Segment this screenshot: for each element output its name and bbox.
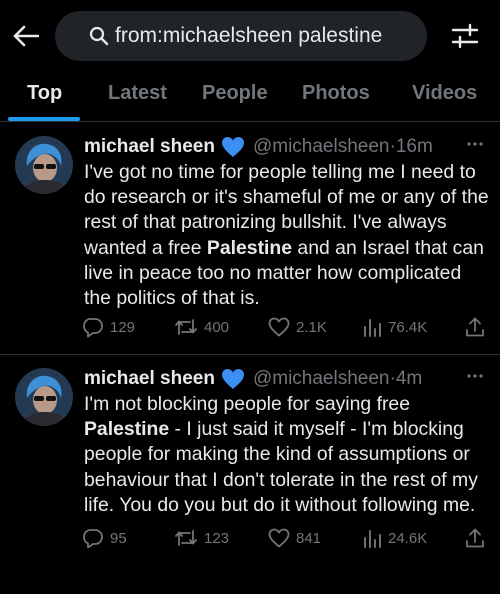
views-icon	[364, 530, 381, 548]
share-button[interactable]	[464, 315, 492, 339]
views-count: 24.6K	[388, 529, 428, 547]
repost-button[interactable]: 400	[174, 315, 229, 339]
tweet[interactable]: michael sheen @michaelsheen · 4m I'm not…	[0, 356, 500, 594]
tweet-time[interactable]: 16m	[396, 136, 433, 158]
tweet[interactable]: michael sheen @michaelsheen · 16m I've g…	[0, 124, 500, 355]
views-button[interactable]: 24.6K	[362, 526, 427, 550]
tweet-header: michael sheen @michaelsheen · 4m	[84, 364, 422, 394]
search-filter-icon[interactable]	[448, 20, 482, 52]
views-count: 76.4K	[388, 318, 428, 336]
top-bar: from:michaelsheen palestine	[0, 0, 500, 72]
reply-button[interactable]: 95	[82, 526, 127, 550]
views-button[interactable]: 76.4K	[362, 315, 427, 339]
tweet-text-part: I'm not blocking people for saying free	[84, 393, 410, 415]
repost-count: 400	[204, 318, 230, 336]
tab-videos[interactable]: Videos	[412, 72, 477, 122]
highlighted-keyword: Palestine	[206, 236, 293, 259]
reply-count: 95	[110, 529, 127, 547]
tab-photos[interactable]: Photos	[302, 72, 370, 122]
tab-people[interactable]: People	[202, 72, 268, 122]
tweet-actions: 95 123 841 24.6K	[82, 526, 492, 550]
author-handle[interactable]: @michaelsheen	[253, 368, 390, 390]
reply-icon	[83, 529, 103, 549]
more-options-icon[interactable]	[466, 366, 484, 384]
repost-icon	[175, 530, 197, 546]
highlighted-keyword: Palestine	[84, 418, 170, 441]
reply-count: 129	[110, 318, 136, 336]
like-icon	[268, 317, 290, 337]
search-icon	[89, 26, 109, 51]
more-options-icon[interactable]	[466, 134, 484, 152]
share-icon	[466, 317, 484, 337]
tweet-text: I've got no time for people telling me I…	[84, 160, 492, 311]
tweet-actions: 129 400 2.1K 76.4K	[82, 315, 492, 339]
tweet-time[interactable]: 4m	[396, 368, 422, 390]
search-input[interactable]: from:michaelsheen palestine	[55, 11, 427, 61]
tab-top[interactable]: Top	[27, 72, 62, 122]
tweet-header: michael sheen @michaelsheen · 16m	[84, 132, 433, 162]
avatar[interactable]	[15, 368, 73, 426]
like-button[interactable]: 841	[268, 526, 321, 550]
repost-button[interactable]: 123	[174, 526, 229, 550]
author-name[interactable]: michael sheen	[84, 368, 215, 390]
like-icon	[268, 528, 290, 548]
author-name[interactable]: michael sheen	[84, 136, 215, 158]
back-arrow-icon[interactable]	[10, 20, 42, 52]
reply-icon	[83, 318, 103, 338]
share-button[interactable]	[464, 526, 492, 550]
active-tab-indicator	[8, 117, 80, 121]
tweet-text: I'm not blocking people for saying free …	[84, 392, 492, 518]
like-count: 2.1K	[296, 318, 327, 336]
blue-heart-icon	[221, 136, 245, 158]
views-icon	[364, 319, 381, 337]
avatar[interactable]	[15, 136, 73, 194]
blue-heart-icon	[221, 368, 245, 390]
search-tabs: Top Latest People Photos Videos	[0, 72, 500, 122]
repost-icon	[175, 319, 197, 335]
reply-button[interactable]: 129	[82, 315, 135, 339]
search-query: from:michaelsheen palestine	[115, 24, 383, 47]
like-count: 841	[296, 529, 322, 547]
share-icon	[466, 528, 484, 548]
tab-latest[interactable]: Latest	[108, 72, 167, 122]
repost-count: 123	[204, 529, 230, 547]
author-handle[interactable]: @michaelsheen	[253, 136, 390, 158]
like-button[interactable]: 2.1K	[268, 315, 327, 339]
